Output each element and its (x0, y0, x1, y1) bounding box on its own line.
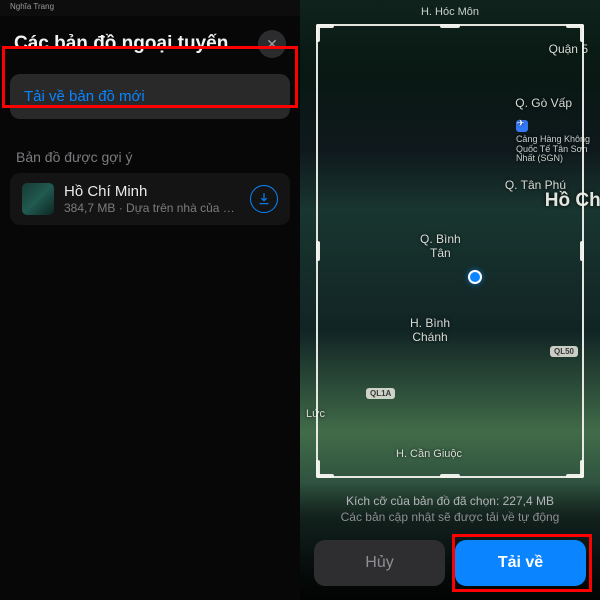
suggested-map-row[interactable]: Hồ Chí Minh 384,7 MB · Dựa trên nhà của … (10, 173, 290, 225)
download-icon (257, 192, 271, 206)
map-top-locality: H. Hóc Môn (421, 6, 479, 18)
footer-button-row: Hủy Tải về (314, 540, 586, 586)
download-suggested-button[interactable] (250, 185, 278, 213)
close-button[interactable]: ✕ (258, 30, 286, 58)
cancel-button[interactable]: Hủy (314, 540, 445, 586)
airport-text: Cảng Hàng Không Quốc Tế Tân Sơn Nhất (SG… (516, 134, 590, 163)
map-label-govap: Q. Gò Vấp (515, 96, 572, 110)
map-city-meta: 384,7 MB · Dựa trên nhà của bạn (64, 201, 240, 215)
selection-size-label: Kích cỡ của bản đồ đã chọn: 227,4 MB (314, 494, 586, 508)
map-footer: Kích cỡ của bản đồ đã chọn: 227,4 MB Các… (300, 482, 600, 600)
status-locality: Nghĩa Trang (10, 2, 54, 11)
suggested-maps-list: Hồ Chí Minh 384,7 MB · Dựa trên nhà của … (10, 173, 290, 225)
airport-icon (516, 120, 528, 132)
current-location-dot (468, 270, 482, 284)
map-airport-label: Cảng Hàng Không Quốc Tế Tân Sơn Nhất (SG… (516, 120, 590, 164)
map-thumbnail (22, 183, 54, 215)
map-area-panel: H. Hóc Môn Quận 5 Q. Gò Vấp Cảng Hàng Kh… (300, 0, 600, 600)
suggested-maps-label: Bản đồ được gợi ý (0, 119, 300, 173)
download-new-map-row[interactable]: Tải về bản đồ mới (10, 74, 290, 119)
route-badge-ql1a: QL1A (366, 388, 395, 399)
map-label-quan5: Quận 5 (549, 42, 588, 56)
auto-update-label: Các bản cập nhật sẽ được tải về tự động (314, 510, 586, 524)
close-icon: ✕ (266, 36, 278, 53)
download-button[interactable]: Tải về (455, 540, 586, 586)
panel-title: Các bản đồ ngoại tuyến (14, 33, 228, 55)
map-label-binhtan: Q. Bình Tân (420, 232, 461, 260)
map-label-binhchanh: H. Bình Chánh (410, 316, 450, 344)
map-label-binhluc: Lức (306, 408, 325, 420)
map-text-block: Hồ Chí Minh 384,7 MB · Dựa trên nhà của … (64, 183, 240, 215)
panel-header: Các bản đồ ngoại tuyến ✕ (0, 16, 300, 74)
offline-maps-panel: Nghĩa Trang Các bản đồ ngoại tuyến ✕ Tải… (0, 0, 300, 600)
map-city-name: Hồ Chí Minh (64, 183, 240, 200)
route-badge-ql50: QL50 (550, 346, 578, 357)
map-city-big: Hồ Chí (545, 190, 600, 212)
map-label-cangio: H. Cần Giuộc (396, 448, 462, 460)
status-strip: Nghĩa Trang (0, 0, 300, 16)
actions-list: Tải về bản đồ mới (10, 74, 290, 119)
